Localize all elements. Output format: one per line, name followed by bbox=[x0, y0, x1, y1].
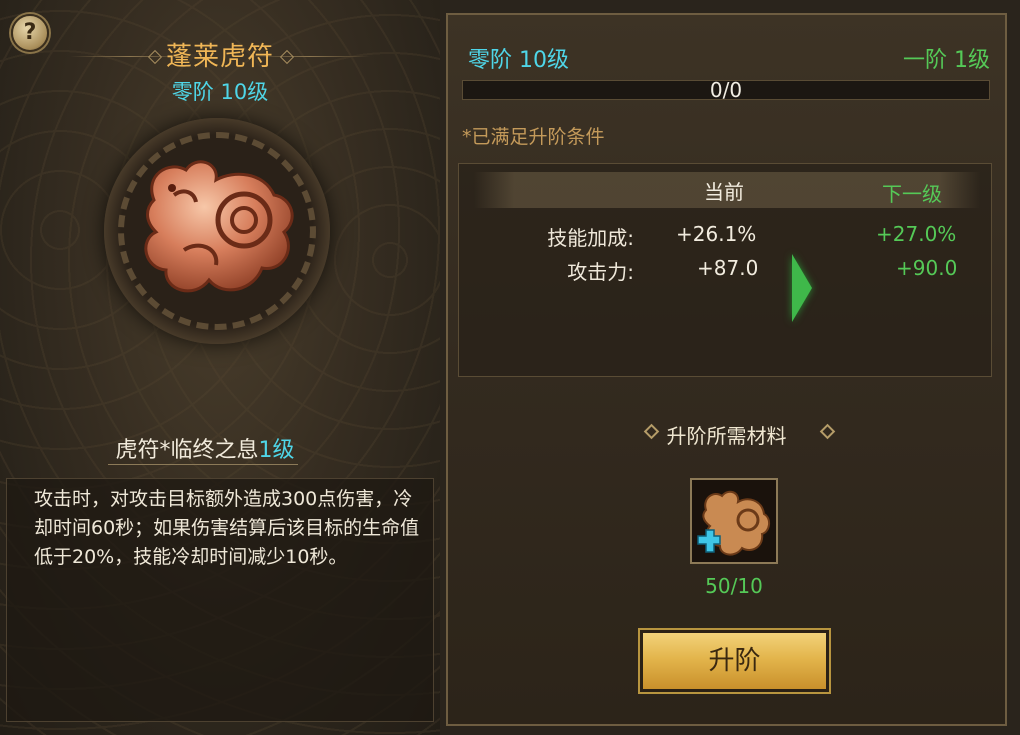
column-current: 当前 bbox=[704, 180, 744, 204]
stat-next-skill-bonus: +27.0% bbox=[876, 222, 957, 246]
stat-next-attack: +90.0 bbox=[896, 256, 958, 280]
skill-description: 攻击时，对攻击目标额外造成300点伤害，冷却时间60秒；如果伤害结算后该目标的生… bbox=[34, 488, 420, 568]
upgrade-condition: *已满足升阶条件 bbox=[462, 126, 605, 148]
material-count: 50/10 bbox=[705, 574, 763, 598]
skill-level: 1级 bbox=[258, 438, 295, 463]
materials-title: 升阶所需材料 bbox=[666, 424, 787, 448]
column-next: 下一级 bbox=[882, 182, 942, 206]
upgrade-button[interactable]: 升阶 bbox=[640, 630, 829, 692]
tiger-talisman-icon bbox=[144, 160, 294, 293]
item-title: 蓬莱虎符 bbox=[165, 42, 274, 72]
skill-name-underline bbox=[108, 464, 298, 465]
material-item-slot[interactable] bbox=[690, 478, 778, 564]
stat-label-attack: 攻击力: bbox=[567, 260, 634, 284]
skill-name: 虎符*临终之息1级 bbox=[115, 438, 295, 463]
progress-text: 0/0 bbox=[709, 78, 743, 102]
item-stage: 零阶 10级 bbox=[171, 80, 269, 104]
talisman-medallion bbox=[104, 118, 330, 344]
stat-label-skill-bonus: 技能加成: bbox=[547, 226, 634, 250]
next-stage: 一阶 1级 bbox=[903, 48, 990, 73]
arrow-right-icon bbox=[792, 254, 812, 322]
stat-current-attack: +87.0 bbox=[697, 256, 759, 280]
current-stage: 零阶 10级 bbox=[468, 48, 569, 73]
stat-current-skill-bonus: +26.1% bbox=[676, 222, 757, 246]
tiger-talisman-icon bbox=[692, 480, 776, 562]
